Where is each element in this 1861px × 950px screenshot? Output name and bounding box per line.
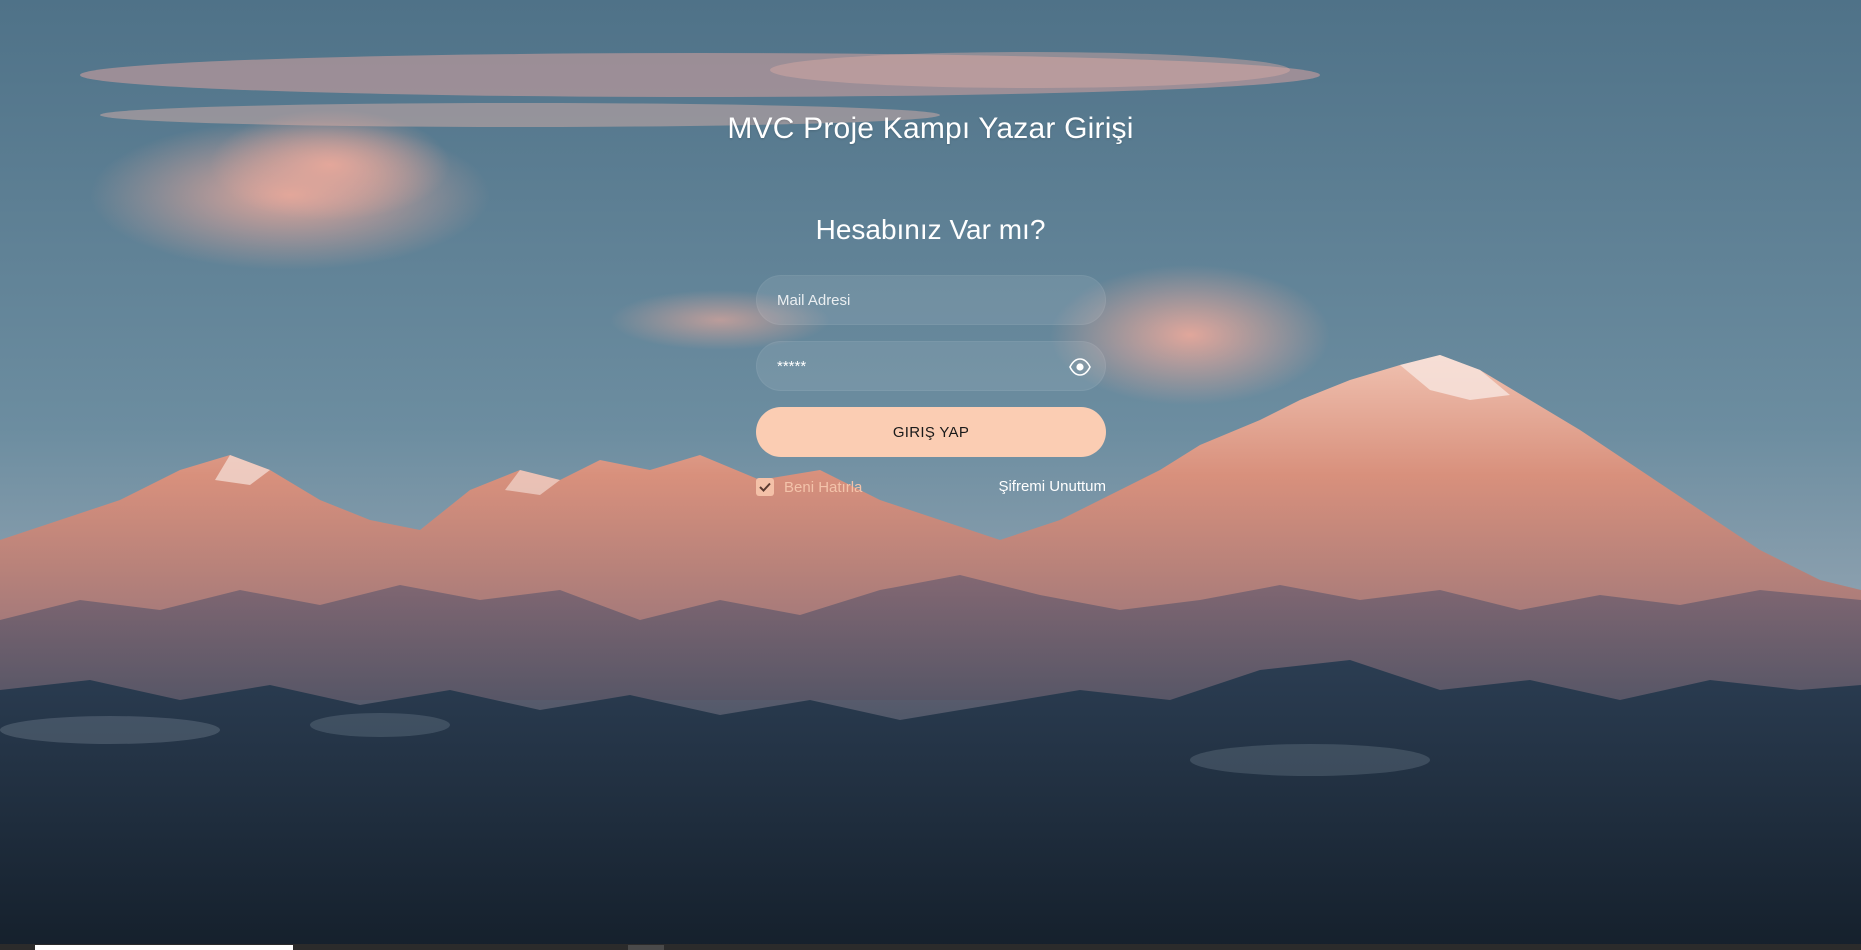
email-field[interactable] bbox=[757, 276, 1105, 324]
password-field-wrapper bbox=[756, 341, 1106, 391]
scrollbar-thumb[interactable] bbox=[35, 945, 293, 950]
remember-me-label: Beni Hatırla bbox=[784, 478, 863, 496]
horizontal-scrollbar[interactable] bbox=[0, 944, 1861, 950]
login-button[interactable]: GIRIŞ YAP bbox=[756, 407, 1106, 457]
forgot-password-link[interactable]: Şifremi Unuttum bbox=[998, 478, 1106, 495]
eye-icon[interactable] bbox=[1069, 357, 1091, 377]
form-heading: Hesabınız Var mı? bbox=[815, 214, 1046, 245]
check-icon bbox=[756, 478, 774, 496]
page-title: MVC Proje Kampı Yazar Girişi bbox=[727, 112, 1134, 145]
password-field[interactable] bbox=[757, 342, 1105, 390]
email-field-wrapper bbox=[756, 275, 1106, 325]
login-container: MVC Proje Kampı Yazar Girişi Hesabınız V… bbox=[0, 0, 1861, 950]
scrollbar-marker bbox=[628, 945, 664, 950]
remember-me-checkbox[interactable]: Beni Hatırla bbox=[756, 476, 862, 498]
